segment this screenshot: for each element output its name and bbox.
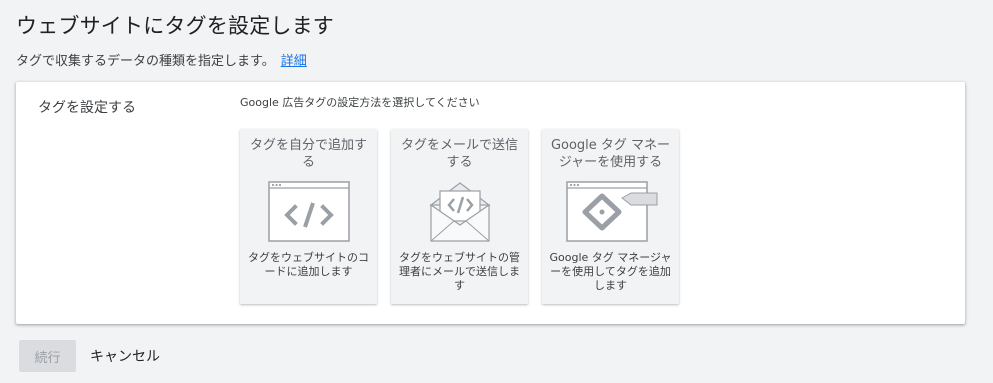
option-description: タグをウェブサイトのコードに追加します (248, 251, 369, 278)
option-description: タグをウェブサイトの管理者にメールで送信します (399, 251, 520, 292)
continue-button[interactable]: 続行 (19, 340, 76, 372)
instruction-text: Google 広告タグの設定方法を選択してください (240, 96, 480, 109)
email-code-icon (391, 181, 528, 245)
option-email-tag[interactable]: タグをメールで送信する タグをウェブサイトの管理者にメールで送信します (391, 129, 528, 304)
page-subtitle: タグで収集するデータの種類を指定します。 詳細 (16, 50, 307, 69)
option-title: タグを自分で追加する (249, 138, 367, 170)
option-google-tag-manager[interactable]: Google タグ マネージャーを使用する Google タグ マネージャーを使… (542, 129, 679, 304)
option-title: タグをメールで送信する (400, 138, 518, 170)
option-title: Google タグ マネージャーを使用する (550, 138, 671, 170)
code-window-icon (240, 181, 377, 245)
option-add-tag-yourself[interactable]: タグを自分で追加する タグをウェブサイトのコードに追加します (240, 129, 377, 304)
section-label: タグを設定する (38, 100, 136, 116)
option-description: Google タグ マネージャーを使用してタグを追加します (549, 251, 672, 292)
cancel-button[interactable]: キャンセル (90, 340, 160, 372)
learn-more-link[interactable]: 詳細 (281, 54, 307, 69)
page-title: ウェブサイトにタグを設定します (16, 14, 334, 38)
tag-setup-card: タグを設定する Google 広告タグの設定方法を選択してください タグを自分で… (16, 82, 965, 324)
tag-manager-icon (542, 181, 679, 245)
subtitle-text: タグで収集するデータの種類を指定します。 (16, 54, 275, 69)
